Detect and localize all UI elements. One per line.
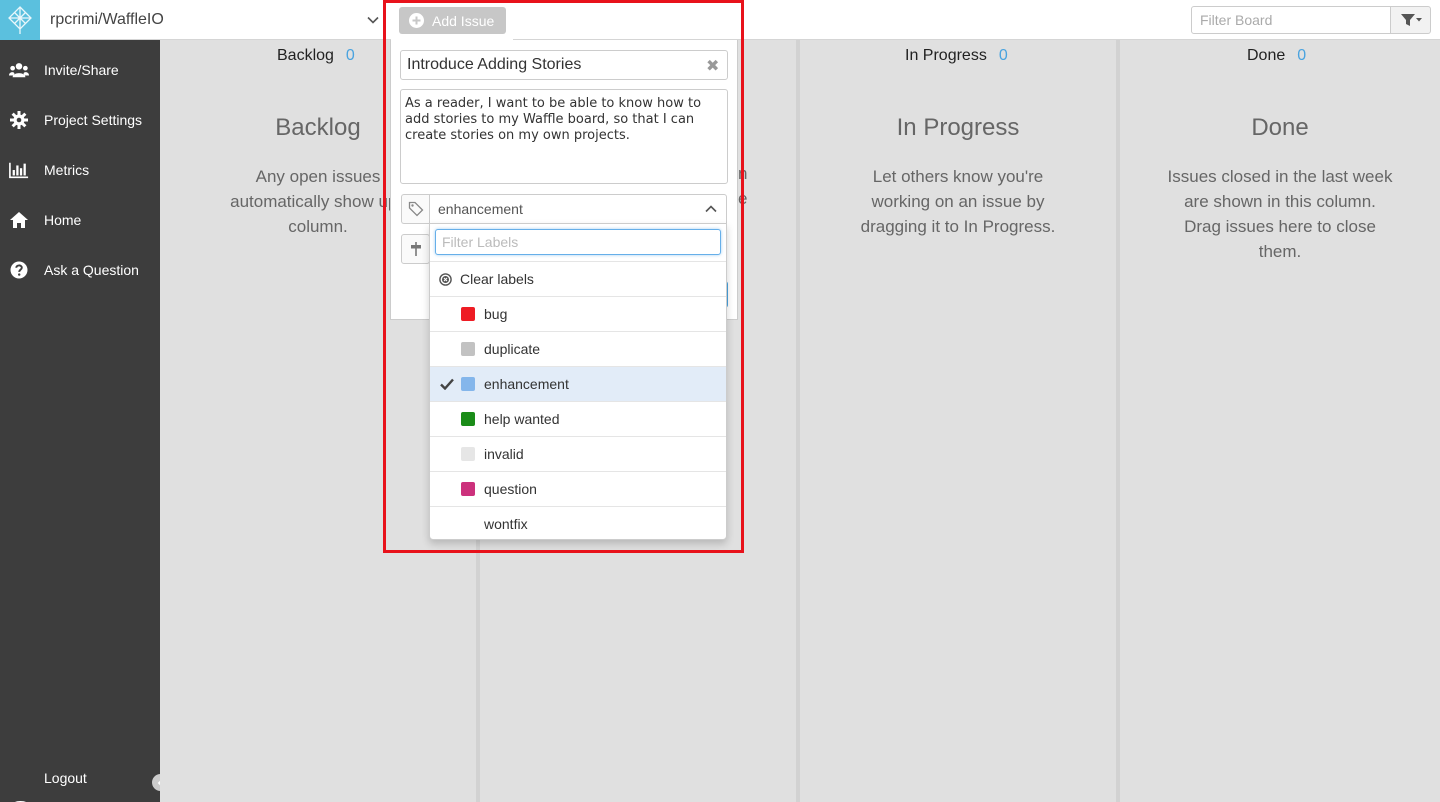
label-option-text: bug: [484, 306, 508, 322]
bar-chart-icon: [9, 160, 29, 180]
sidebar-item-label: Invite/Share: [44, 62, 119, 78]
label-option-text: invalid: [484, 446, 524, 462]
sidebar-item-ask-question[interactable]: Ask a Question: [0, 250, 160, 290]
chevron-down-icon[interactable]: [366, 13, 380, 27]
label-option-text: duplicate: [484, 341, 541, 357]
waffle-logo[interactable]: [0, 0, 40, 40]
label-option-duplicate[interactable]: duplicate: [430, 331, 726, 366]
labels-select[interactable]: enhancement: [429, 194, 727, 224]
label-option-help-wanted[interactable]: help wanted: [430, 401, 726, 436]
repo-selector[interactable]: rpcrimi/WaffleIO: [50, 11, 164, 29]
clear-labels-text: Clear labels: [460, 271, 534, 287]
clear-circle-icon: [439, 272, 452, 286]
desc-line: working on an issue by: [871, 192, 1045, 211]
users-icon: [9, 60, 29, 80]
sidebar-item-invite-share[interactable]: Invite/Share: [0, 50, 160, 90]
label-color-swatch: [461, 482, 475, 496]
label-color-swatch: [461, 447, 475, 461]
desc-line: Let others know you're: [872, 167, 1044, 186]
sidebar: Invite/Share Project Settings Metrics Ho…: [0, 40, 169, 802]
logout-link[interactable]: Logout: [44, 770, 87, 786]
gear-icon: [9, 110, 29, 130]
checkmark-icon: [430, 378, 460, 390]
sidebar-item-label: Project Settings: [44, 112, 143, 128]
issue-count: 0: [1297, 47, 1307, 64]
sidebar-item-metrics[interactable]: Metrics: [0, 150, 160, 190]
desc-line: Issues closed in the last week: [1167, 167, 1393, 186]
home-icon: [9, 210, 29, 230]
column-header-in-progress: In Progress 0: [905, 47, 1008, 64]
column-in-progress: [800, 40, 1116, 802]
desc-line: Drag issues here to close: [1184, 217, 1376, 236]
clear-title-icon[interactable]: ✖: [706, 56, 719, 76]
clear-labels-option[interactable]: Clear labels: [430, 261, 726, 296]
sidebar-item-label: Ask a Question: [44, 262, 139, 278]
label-option-text: wontfix: [484, 516, 528, 532]
column-title: Done: [1251, 114, 1309, 141]
partial-column-text: n: [738, 164, 748, 183]
label-color-swatch: [461, 377, 475, 391]
filter-funnel-icon: [1400, 14, 1422, 26]
selected-label-value: enhancement: [438, 201, 523, 217]
chevron-up-icon: [705, 205, 717, 213]
label-option-text: help wanted: [484, 411, 560, 427]
sidebar-item-project-settings[interactable]: Project Settings: [0, 100, 160, 140]
issue-count: 0: [998, 47, 1008, 64]
label-option-text: question: [484, 481, 537, 497]
labels-tag-icon: [401, 194, 430, 224]
plus-circle-icon: [409, 13, 424, 28]
desc-line: dragging it to In Progress.: [860, 217, 1056, 236]
label-option-wontfix[interactable]: wontfix: [430, 506, 726, 541]
label-option-text: enhancement: [484, 376, 569, 392]
desc-line: are shown in this column.: [1184, 192, 1376, 211]
label-color-swatch: [461, 342, 475, 356]
issue-count: 0: [345, 47, 355, 64]
add-issue-button[interactable]: Add Issue: [399, 7, 506, 34]
add-issue-label: Add Issue: [432, 12, 495, 29]
filter-board-input[interactable]: [1191, 6, 1391, 34]
label-color-swatch: [461, 307, 475, 321]
desc-line: them.: [1258, 242, 1302, 261]
waffle-logo-icon: [8, 6, 32, 34]
label-option-bug[interactable]: bug: [430, 296, 726, 331]
label-option-enhancement[interactable]: enhancement: [430, 366, 726, 401]
partial-column-text: e: [738, 189, 748, 208]
label-option-invalid[interactable]: invalid: [430, 436, 726, 471]
column-done: [1120, 40, 1440, 802]
column-description: Let others know you're working on an iss…: [800, 164, 1116, 239]
label-color-swatch: [461, 412, 475, 426]
column-header-backlog: Backlog 0: [277, 47, 355, 64]
column-header-done: Done 0: [1247, 47, 1307, 64]
filter-labels-input[interactable]: [435, 229, 721, 255]
filter-button[interactable]: [1390, 6, 1431, 34]
column-title: In Progress: [896, 114, 1020, 141]
sidebar-item-label: Home: [44, 212, 82, 228]
question-icon: [9, 260, 29, 280]
label-option-question[interactable]: question: [430, 471, 726, 506]
sidebar-item-label: Metrics: [44, 162, 90, 178]
sidebar-item-home[interactable]: Home: [0, 200, 160, 240]
issue-body-textarea[interactable]: As a reader, I want to be able to know h…: [400, 89, 728, 184]
top-bar: rpcrimi/WaffleIO: [0, 0, 1440, 40]
issue-title-input[interactable]: [400, 50, 728, 80]
labels-dropdown: Clear labels bug duplicate enhancement h…: [429, 223, 727, 540]
column-description: Issues closed in the last week are shown…: [1120, 164, 1440, 264]
milestone-signpost-icon[interactable]: [401, 234, 430, 264]
